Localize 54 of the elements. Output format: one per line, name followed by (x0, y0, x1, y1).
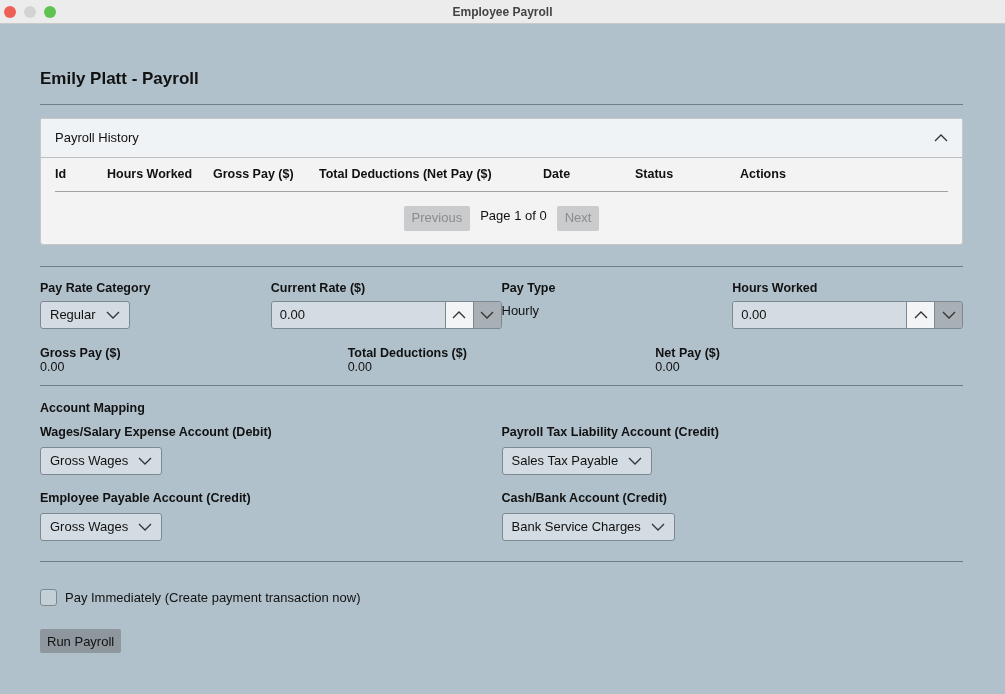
run-payroll-button[interactable]: Run Payroll (40, 629, 122, 654)
field-label: Hours Worked (732, 279, 818, 297)
dropdown[interactable]: Regular (40, 300, 130, 329)
total-value: 0.00 (347, 359, 372, 374)
field-label: Current Rate ($) (270, 279, 366, 297)
column-header: Id (55, 165, 68, 183)
total-label: Gross Pay ($) (40, 345, 121, 360)
decrement-button[interactable] (934, 301, 963, 328)
account-label: Cash/Bank Account (Credit) (501, 490, 668, 507)
chevron-up-icon (452, 310, 467, 319)
account-label: Wages/Salary Expense Account (Debit) (40, 424, 272, 442)
field-label: Pay Type (501, 279, 556, 297)
checkbox[interactable] (40, 589, 57, 606)
chevron-down-icon (650, 522, 665, 531)
window-title: Employee Payroll (452, 3, 553, 21)
total-label: Net Pay ($) (655, 345, 720, 360)
increment-button[interactable] (906, 301, 935, 328)
dropdown[interactable]: Bank Service Charges (501, 512, 675, 541)
column-header: Gross Pay ($) (213, 165, 295, 183)
field-value: Hourly (501, 301, 540, 320)
decrement-button[interactable] (472, 301, 501, 328)
chevron-up-icon (934, 133, 948, 142)
increment-button[interactable] (444, 301, 473, 328)
chevron-down-icon (480, 310, 495, 319)
chevron-down-icon (105, 310, 120, 319)
total-value: 0.00 (655, 359, 680, 374)
chevron-down-icon (138, 457, 153, 465)
dropdown[interactable]: Gross Wages (40, 447, 163, 475)
chevron-down-icon (941, 310, 956, 319)
page-title: Emily Platt - Payroll (40, 68, 199, 90)
dropdown[interactable]: Sales Tax Payable (501, 447, 653, 475)
number-field[interactable]: 0.00 (270, 300, 502, 329)
field-label: Pay Rate Category (40, 279, 151, 297)
column-header: Actions (740, 165, 787, 183)
chevron-down-icon (628, 457, 643, 465)
total-value: 0.00 (40, 359, 65, 374)
number-field[interactable]: 0.00 (732, 300, 964, 329)
maximize-window-button[interactable] (44, 5, 56, 18)
column-header: Total Deductions (Net Pay ($) (319, 165, 493, 183)
page-indicator: Page 1 of 0 (480, 206, 547, 225)
panel-title: Payroll History (55, 128, 139, 147)
dropdown[interactable]: Gross Wages (40, 512, 163, 541)
checkbox-label: Pay Immediately (Create payment transaction now) (65, 588, 361, 607)
account-label: Payroll Tax Liability Account (Credit) (501, 424, 719, 442)
section-title: Account Mapping (40, 399, 145, 417)
column-header: Date (543, 165, 572, 183)
chevron-down-icon (138, 522, 153, 531)
account-label: Employee Payable Account (Credit) (40, 490, 251, 507)
chevron-up-icon (913, 310, 928, 319)
column-header: Status (635, 165, 675, 183)
panel-header[interactable]: Payroll History (41, 118, 962, 158)
close-window-button[interactable] (4, 5, 16, 18)
column-header: Hours Worked (107, 165, 194, 183)
total-label: Total Deductions ($) (347, 345, 467, 360)
